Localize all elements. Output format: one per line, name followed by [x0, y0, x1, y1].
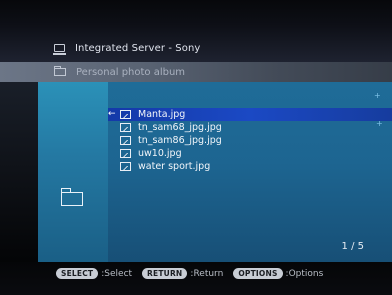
folder-thumbnail-panel: [38, 82, 108, 262]
server-name: Integrated Server - Sony: [75, 42, 201, 54]
help-bar: SELECT :Select RETURN :Return OPTIONS :O…: [0, 262, 392, 295]
image-file-icon: [120, 136, 131, 145]
options-key-badge: OPTIONS: [233, 268, 283, 279]
left-arrow-icon: ←: [108, 109, 116, 119]
file-name: tn_sam68_jpg.jpg: [138, 122, 222, 133]
media-browser-screen: Integrated Server - Sony Personal photo …: [0, 0, 392, 295]
return-key-badge: RETURN: [142, 268, 188, 279]
page-indicator: 1 / 5: [341, 241, 364, 252]
options-hint: :Options: [285, 268, 324, 279]
list-item[interactable]: uw10.jpg: [108, 147, 392, 160]
folder-row: Personal photo album: [54, 65, 185, 79]
folder-icon: [54, 66, 66, 76]
image-file-icon: [120, 162, 131, 171]
image-file-icon: [120, 123, 131, 132]
list-item[interactable]: tn_sam68_jpg.jpg: [108, 121, 392, 134]
list-item[interactable]: tn_sam86_jpg.jpg: [108, 134, 392, 147]
help-items: SELECT :Select RETURN :Return OPTIONS :O…: [56, 268, 333, 279]
file-name: water sport.jpg: [138, 161, 211, 172]
file-list-panel: + + ← Manta.jpg tn_sam68_jpg.jpg tn_sam8…: [108, 82, 392, 262]
select-key-badge: SELECT: [56, 268, 99, 279]
sparkle-icon: +: [374, 91, 381, 100]
file-name: tn_sam86_jpg.jpg: [138, 135, 222, 146]
image-file-icon: [120, 149, 131, 158]
folder-icon: [60, 188, 83, 206]
select-hint: :Select: [101, 268, 133, 279]
list-item[interactable]: water sport.jpg: [108, 160, 392, 173]
folder-header: Personal photo album: [0, 62, 392, 82]
server-row: Integrated Server - Sony: [53, 41, 201, 55]
folder-name: Personal photo album: [76, 66, 186, 78]
image-file-icon: [120, 110, 131, 119]
file-name: Manta.jpg: [138, 109, 186, 120]
file-name: uw10.jpg: [138, 148, 182, 159]
computer-icon: [53, 44, 66, 55]
return-hint: :Return: [190, 268, 224, 279]
file-list: ← Manta.jpg tn_sam68_jpg.jpg tn_sam86_jp…: [108, 108, 392, 173]
header: Integrated Server - Sony: [0, 0, 392, 62]
list-item[interactable]: ← Manta.jpg: [108, 108, 392, 121]
